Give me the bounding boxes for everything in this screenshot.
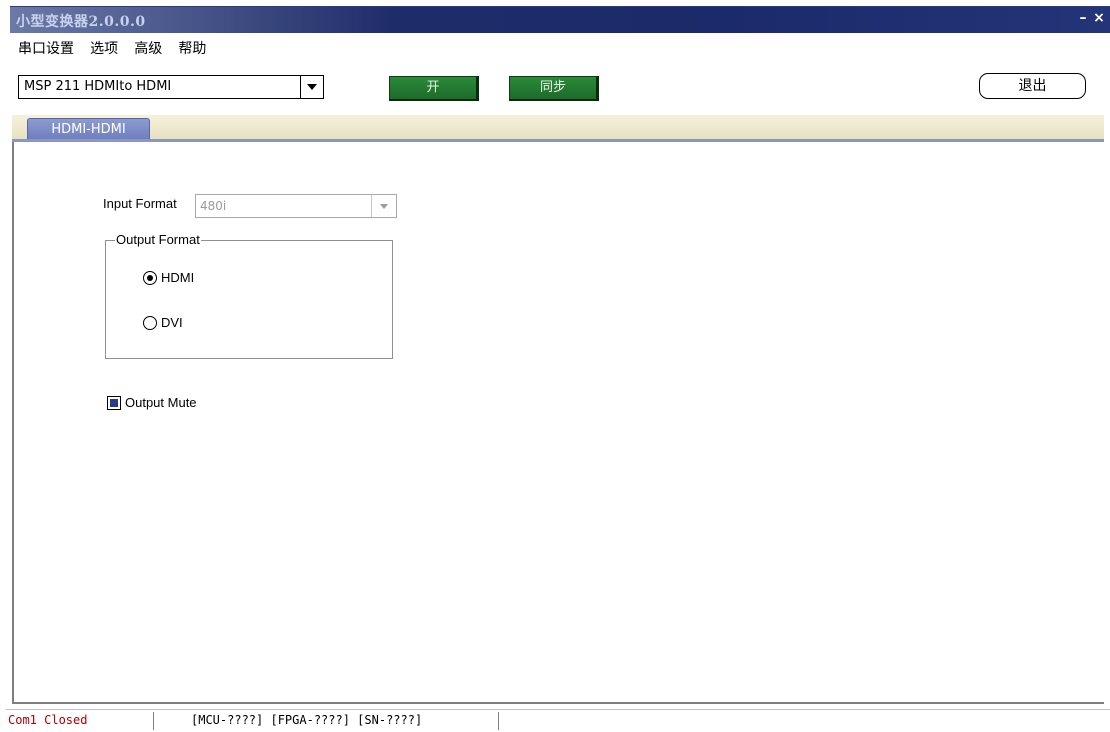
radio-dvi[interactable]: DVI [143, 315, 183, 330]
input-format-select: 480i [195, 194, 397, 218]
menu-bar: 串口设置 选项 高级 帮助 [18, 38, 218, 58]
menu-serial-settings[interactable]: 串口设置 [18, 38, 74, 58]
radio-hdmi[interactable]: HDMI [143, 270, 194, 285]
menu-advanced[interactable]: 高级 [134, 38, 162, 58]
title-bar[interactable]: 小型变换器2.0.0.0 – × [10, 6, 1110, 33]
close-button[interactable]: × [1091, 10, 1107, 28]
window-title: 小型变换器2.0.0.0 [16, 14, 146, 30]
port-status: Com1 Closed [8, 713, 88, 727]
tab-hdmi-hdmi[interactable]: HDMI-HDMI [27, 118, 150, 139]
radio-hdmi-label: HDMI [161, 270, 195, 285]
output-format-group: Output Format [105, 232, 393, 359]
chevron-down-icon [371, 195, 396, 217]
status-bar: Com1 Closed [MCU-????] [FPGA-????] [SN-?… [6, 709, 1110, 732]
input-format-label: Input Format [103, 196, 177, 211]
chevron-down-icon[interactable] [300, 76, 323, 98]
output-mute-label: Output Mute [125, 395, 197, 410]
output-format-legend: Output Format [115, 232, 201, 247]
device-select[interactable]: MSP 211 HDMIto HDMI [18, 75, 324, 99]
tab-panel [12, 142, 1104, 704]
device-select-value: MSP 211 HDMIto HDMI [24, 79, 172, 94]
exit-button[interactable]: 退出 [979, 73, 1086, 99]
version-status: [MCU-????] [FPGA-????] [SN-????] [191, 713, 423, 727]
sync-button[interactable]: 同步 [509, 76, 599, 101]
tab-strip: HDMI-HDMI [12, 115, 1104, 142]
open-button[interactable]: 开 [389, 76, 479, 101]
menu-help[interactable]: 帮助 [178, 38, 206, 58]
radio-dvi-label: DVI [161, 315, 183, 330]
checkbox-checked-icon[interactable] [107, 395, 121, 410]
menu-options[interactable]: 选项 [90, 38, 118, 58]
app-window: 小型变换器2.0.0.0 – × 串口设置 选项 高级 帮助 MSP 211 H… [0, 0, 1110, 732]
status-divider [153, 712, 154, 730]
radio-unchecked-icon[interactable] [143, 315, 157, 330]
output-mute-checkbox[interactable]: Output Mute [107, 395, 197, 410]
status-divider [498, 712, 499, 730]
input-format-value: 480i [200, 199, 227, 213]
radio-checked-icon[interactable] [143, 270, 157, 285]
minimize-button[interactable]: – [1075, 10, 1091, 28]
